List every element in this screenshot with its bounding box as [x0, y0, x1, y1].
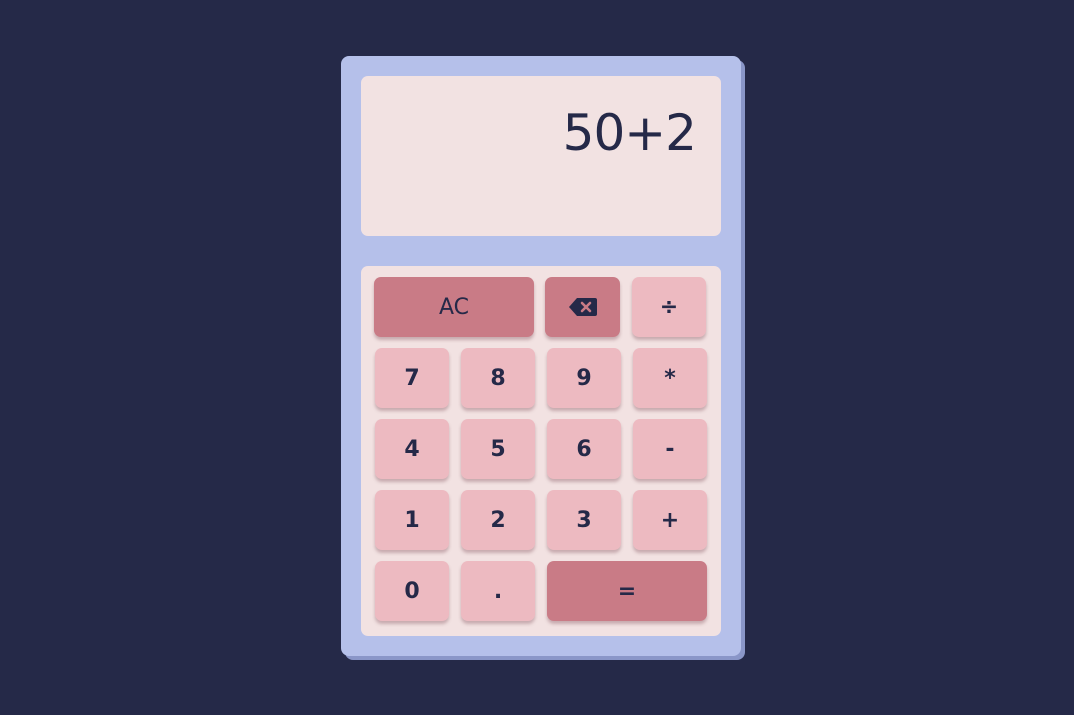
- key-4[interactable]: 4: [375, 419, 449, 479]
- clear-button[interactable]: AC: [374, 277, 534, 337]
- keypad: AC ÷ 7 8 9 * 4 5 6 - 1 2 3 + 0 . =: [361, 266, 721, 636]
- key-9[interactable]: 9: [547, 348, 621, 408]
- calculator-display: 50+2: [361, 76, 721, 236]
- multiply-button[interactable]: *: [633, 348, 707, 408]
- key-5[interactable]: 5: [461, 419, 535, 479]
- divide-button[interactable]: ÷: [632, 277, 706, 337]
- backspace-icon: [568, 297, 598, 317]
- decimal-button[interactable]: .: [461, 561, 535, 621]
- subtract-button[interactable]: -: [633, 419, 707, 479]
- key-8[interactable]: 8: [461, 348, 535, 408]
- calculator: 50+2 AC ÷ 7 8 9 * 4 5 6 - 1 2 3 + 0 . =: [341, 56, 741, 656]
- backspace-button[interactable]: [545, 277, 620, 337]
- key-2[interactable]: 2: [461, 490, 535, 550]
- key-3[interactable]: 3: [547, 490, 621, 550]
- key-1[interactable]: 1: [375, 490, 449, 550]
- add-button[interactable]: +: [633, 490, 707, 550]
- display-value: 50+2: [562, 104, 697, 162]
- key-0[interactable]: 0: [375, 561, 449, 621]
- key-7[interactable]: 7: [375, 348, 449, 408]
- key-6[interactable]: 6: [547, 419, 621, 479]
- equals-button[interactable]: =: [547, 561, 707, 621]
